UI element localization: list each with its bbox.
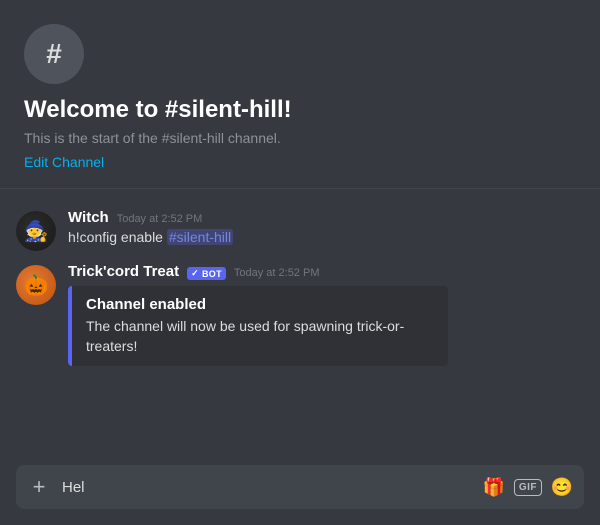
embed-description: The channel will now be used for spawnin… [86,317,434,356]
channel-mention[interactable]: #silent-hill [167,229,233,245]
channel-header: # Welcome to #silent-hill! This is the s… [0,0,600,189]
bot-badge: ✓ BOT [187,267,226,280]
channel-icon: # [24,24,84,84]
avatar-bot: 🎃 [16,265,56,305]
checkmark-icon: ✓ [191,268,199,279]
gif-button[interactable]: GIF [514,479,542,496]
avatar-witch: 🧙 [16,211,56,251]
channel-title: Welcome to #silent-hill! [24,96,576,124]
message-header-bot: Trick'cord Treat ✓ BOT Today at 2:52 PM [68,263,576,280]
message-content-witch: Witch Today at 2:52 PM h!config enable #… [68,209,576,251]
input-bar: + 🎁 GIF 😊 [16,465,584,509]
message-content-bot: Trick'cord Treat ✓ BOT Today at 2:52 PM … [68,263,576,366]
message-input[interactable] [58,475,480,500]
input-icon-group: 🎁 GIF 😊 [480,473,576,501]
username-bot: Trick'cord Treat [68,263,179,280]
add-content-button[interactable]: + [24,472,54,502]
gift-button[interactable]: 🎁 [480,473,508,501]
embed-card: Channel enabled The channel will now be … [68,286,448,366]
username-witch: Witch [68,209,109,226]
message-header-witch: Witch Today at 2:52 PM [68,209,576,226]
bot-label: BOT [202,269,222,279]
plus-icon: + [33,474,46,500]
message-group-bot: 🎃 Trick'cord Treat ✓ BOT Today at 2:52 P… [0,259,600,370]
gift-icon: 🎁 [483,477,505,498]
hash-icon: # [46,38,62,70]
timestamp-bot: Today at 2:52 PM [234,267,320,279]
timestamp-witch: Today at 2:52 PM [117,213,203,225]
messages-area: 🧙 Witch Today at 2:52 PM h!config enable… [0,189,600,457]
channel-description: This is the start of the #silent-hill ch… [24,130,576,146]
message-text-witch: h!config enable #silent-hill [68,228,576,248]
message-group-witch: 🧙 Witch Today at 2:52 PM h!config enable… [0,205,600,255]
embed-title: Channel enabled [86,296,434,313]
emoji-icon: 😊 [551,477,573,498]
emoji-button[interactable]: 😊 [548,473,576,501]
edit-channel-link[interactable]: Edit Channel [24,154,104,170]
